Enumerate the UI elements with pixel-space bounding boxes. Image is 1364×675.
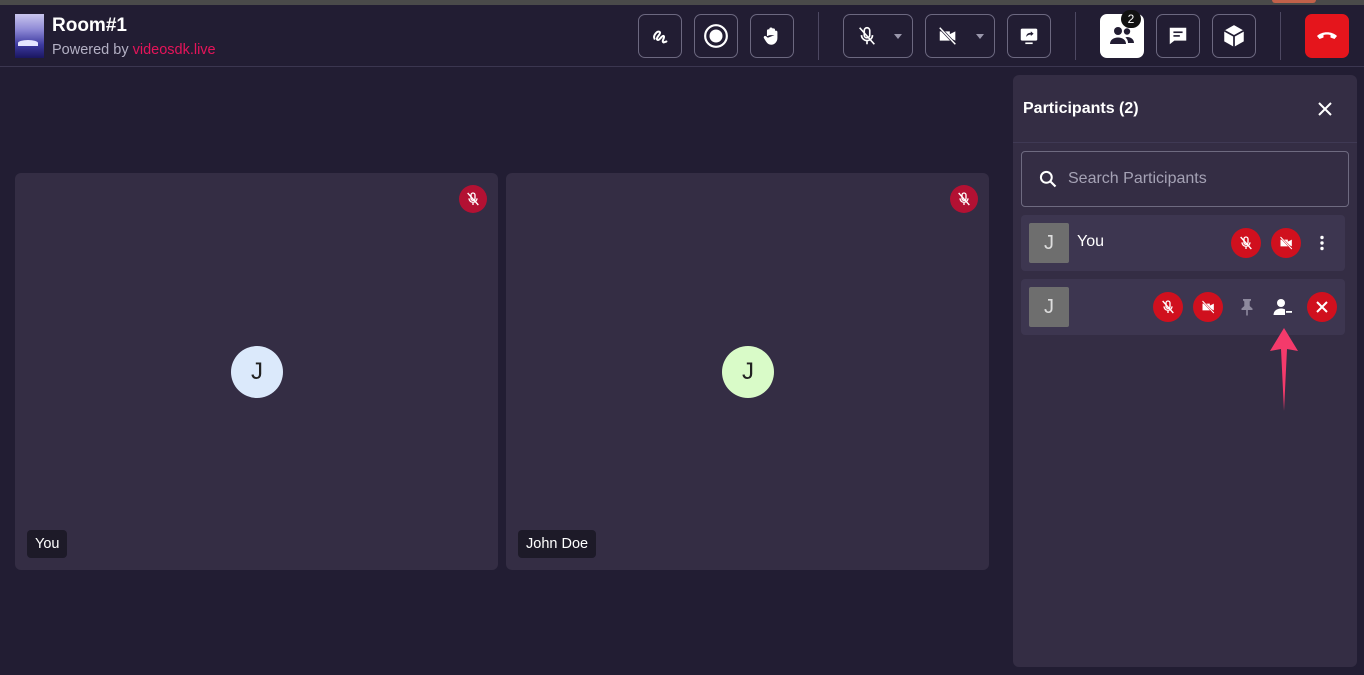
screen-share-icon [1020,28,1038,45]
tile-avatar: J [722,346,774,398]
participant-camera-toggle[interactable] [1193,292,1223,322]
camera-options-chevron-icon[interactable] [976,34,984,39]
meeting-cube-icon [1223,25,1245,47]
video-tile-remote[interactable]: J John Doe [506,173,989,570]
chat-icon [1169,27,1187,45]
participant-mic-toggle[interactable] [1153,292,1183,322]
participants-count-badge: 2 [1121,10,1141,28]
mic-off-icon [1240,236,1252,250]
video-tile-self[interactable]: J You [15,173,498,570]
participant-avatar: J [1029,287,1069,327]
close-panel-button[interactable] [1313,97,1337,121]
end-call-icon [1317,32,1337,39]
tile-mic-muted-badge [459,185,487,213]
toolbar-separator [818,12,819,60]
mic-off-icon [467,192,479,206]
mic-off-icon [1162,300,1174,314]
search-participants-input[interactable] [1068,170,1318,188]
participant-pin-button[interactable] [1232,292,1262,322]
mic-toggle-button[interactable] [843,14,913,58]
participants-button[interactable]: 2 [1100,10,1144,58]
panel-divider [1013,142,1357,143]
camera-toggle-button[interactable] [925,14,995,58]
participant-avatar: J [1029,223,1069,263]
participants-icon [1110,27,1134,44]
raise-hand-icon [763,27,778,45]
participant-mic-toggle[interactable] [1231,228,1261,258]
participant-name: You [1077,233,1104,250]
whiteboard-button[interactable] [638,14,682,58]
raise-hand-button[interactable] [750,14,794,58]
participant-camera-toggle[interactable] [1271,228,1301,258]
participants-panel: Participants (2) J You J [1013,75,1357,667]
tile-name-tag: John Doe [518,530,597,558]
toolbar-separator [1075,12,1076,60]
person-remove-icon [1273,299,1292,315]
more-vertical-icon [1320,235,1324,251]
end-call-button[interactable] [1305,14,1349,58]
participants-panel-title: Participants (2) [1023,100,1139,117]
toolbar-separator [1280,12,1281,60]
record-button[interactable] [694,14,738,58]
pin-icon [1241,299,1253,316]
video-off-icon [1279,236,1293,250]
powered-by: Powered by videosdk.live [52,42,216,58]
meeting-header: Room#1 Powered by videosdk.live 2 [0,5,1364,67]
room-title: Room#1 [52,15,127,36]
powered-prefix: Powered by [52,42,129,58]
top-strip-accent [1272,0,1316,3]
chat-button[interactable] [1156,14,1200,58]
remove-participant-button[interactable] [1268,292,1298,322]
mic-options-chevron-icon[interactable] [894,34,902,39]
mic-off-icon [958,192,970,206]
meeting-apps-button[interactable] [1212,14,1256,58]
annotation-arrow-icon [1270,328,1298,411]
participant-more-options-button[interactable] [1307,228,1337,258]
video-off-icon [1201,300,1215,314]
search-icon [1038,169,1058,189]
participant-search[interactable] [1021,151,1349,207]
kick-participant-button[interactable] [1307,292,1337,322]
tile-mic-muted-badge [950,185,978,213]
tile-name-tag: You [27,530,68,558]
video-off-icon [938,26,957,46]
whiteboard-icon [653,30,668,44]
participant-row-self: J You [1021,215,1345,271]
close-icon [1318,102,1332,116]
close-icon [1316,301,1328,313]
screen-share-button[interactable] [1007,14,1051,58]
room-logo [15,14,44,58]
mic-off-icon [859,26,875,45]
tile-avatar: J [231,346,283,398]
powered-brand-link[interactable]: videosdk.live [133,42,216,58]
record-icon [704,24,728,48]
